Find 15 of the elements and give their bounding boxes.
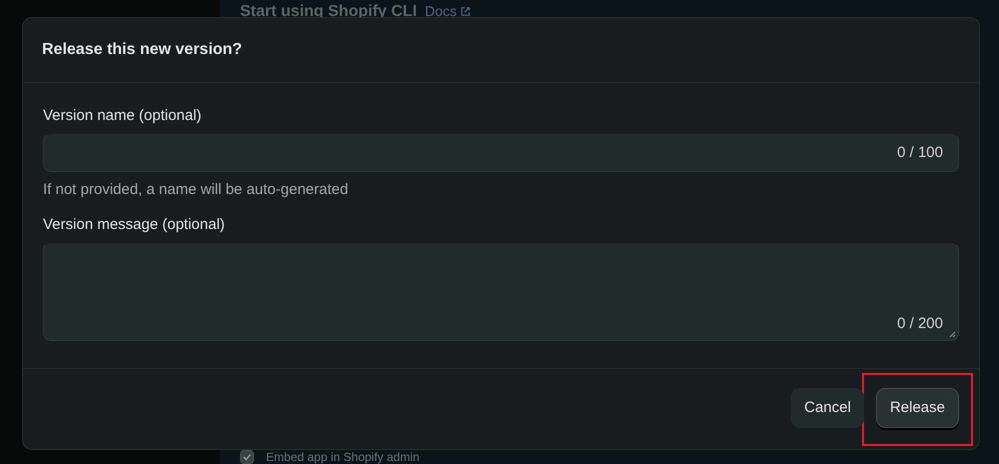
character-counter: 0 / 100 <box>897 144 943 161</box>
help-text: If not provided, a name will be auto-generated <box>43 181 350 198</box>
checkbox-label: Embed app in Shopify admin <box>266 450 420 464</box>
dialog-title: Release this new version? <box>42 41 242 59</box>
release-button[interactable]: Release <box>876 388 959 428</box>
checkbox[interactable] <box>240 450 254 464</box>
name-field[interactable]: 0 / 100 <box>43 133 959 172</box>
cancel-button[interactable]: Cancel <box>791 388 864 428</box>
checkmark-icon <box>242 452 252 462</box>
field-label: Version message (optional) <box>43 216 226 233</box>
external-link-icon <box>460 6 471 16</box>
field-label: Version name (optional) <box>43 107 202 124</box>
character-counter: 0 / 200 <box>897 315 943 332</box>
resize-handle-icon[interactable] <box>949 331 956 338</box>
message-field[interactable]: 0 / 200 <box>43 242 959 341</box>
